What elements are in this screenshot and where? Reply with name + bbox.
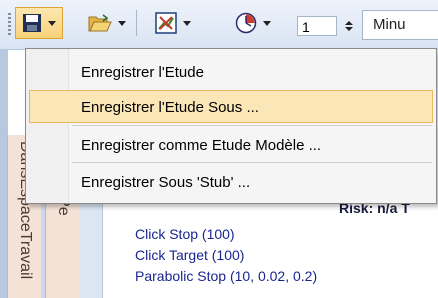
menu-separator	[72, 162, 432, 163]
menu-separator	[72, 125, 432, 126]
toolbar-separator	[136, 10, 137, 36]
bar-period-input[interactable]: 1	[297, 16, 337, 36]
menu-item-save-as-template[interactable]: Enregistrer comme Etude Modèle ...	[29, 129, 433, 162]
chart-dropdown-button[interactable]	[150, 8, 196, 38]
menu-item-label: Enregistrer comme Etude Modèle ...	[81, 137, 322, 154]
study-parabolic-stop[interactable]: Parabolic Stop (10, 0.02, 0.2)	[135, 268, 317, 284]
chevron-up-icon[interactable]	[345, 21, 353, 25]
menu-item-save-study-as[interactable]: Enregistrer l'Etude Sous ...	[29, 90, 433, 123]
menu-item-label: Enregistrer Sous 'Stub' ...	[81, 174, 251, 191]
study-click-stop[interactable]: Click Stop (100)	[135, 226, 235, 242]
menu-item-label: Enregistrer l'Etude Sous ...	[81, 99, 259, 116]
menu-item-save-study[interactable]: Enregistrer l'Etude	[29, 56, 433, 89]
chevron-down-icon	[48, 20, 56, 26]
bar-period-stepper[interactable]	[341, 16, 357, 36]
open-folder-icon	[88, 14, 112, 32]
open-dropdown-button[interactable]	[84, 8, 130, 38]
chevron-down-icon	[263, 20, 271, 26]
time-unit-select[interactable]: Minu	[362, 10, 438, 40]
floppy-disk-icon	[23, 14, 41, 32]
chevron-down-icon	[118, 20, 126, 26]
chevron-down-icon[interactable]	[345, 27, 353, 31]
toolbar: 1 Minu	[0, 0, 438, 50]
menu-item-save-as-stub[interactable]: Enregistrer Sous 'Stub' ...	[29, 166, 433, 199]
study-click-target[interactable]: Click Target (100)	[135, 247, 244, 263]
chevron-down-icon	[183, 20, 191, 26]
clock-icon	[235, 12, 257, 34]
chart-settings-icon	[155, 12, 177, 34]
menu-item-label: Enregistrer l'Etude	[81, 64, 204, 81]
save-dropdown-button[interactable]	[15, 7, 63, 39]
save-dropdown-menu: Enregistrer l'Etude Enregistrer l'Etude …	[25, 48, 437, 204]
time-dropdown-button[interactable]	[230, 8, 276, 38]
toolbar-grip[interactable]	[8, 13, 11, 37]
